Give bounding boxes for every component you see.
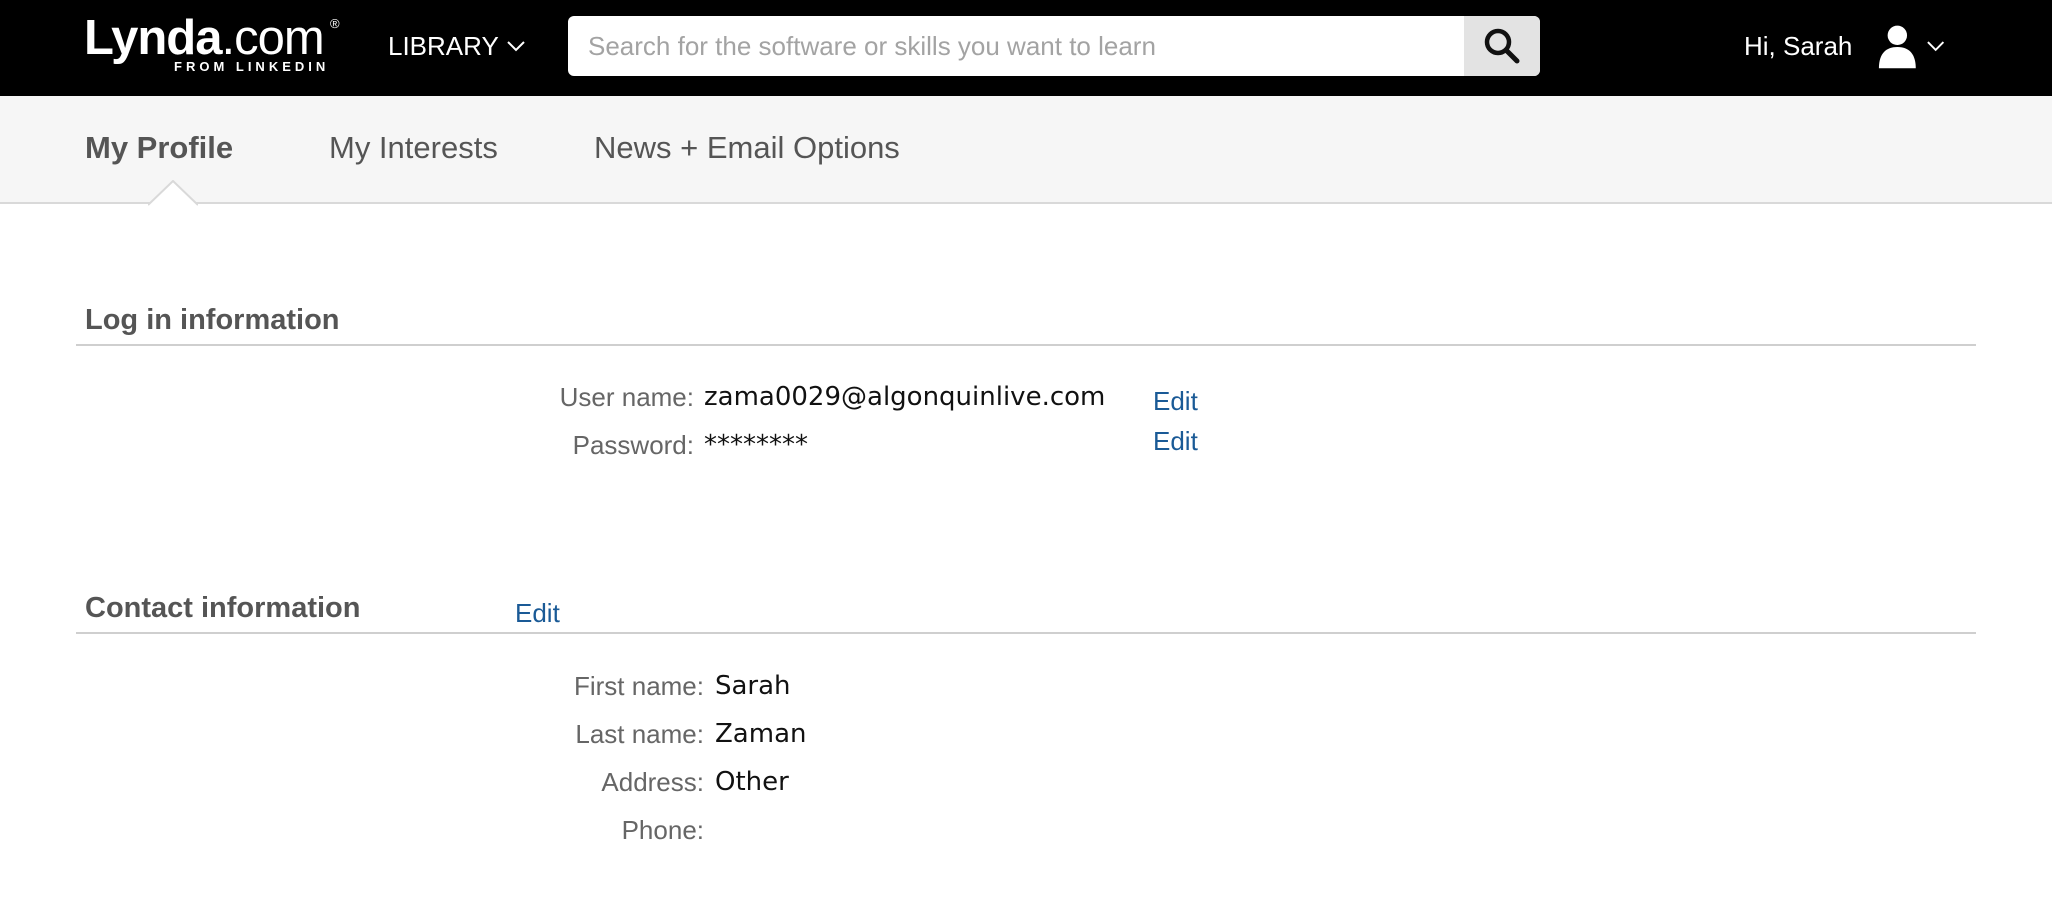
section-divider (76, 632, 1976, 634)
search-bar (568, 16, 1540, 76)
first-name-row: First name: (400, 671, 704, 707)
contact-section-title: Contact information (85, 592, 361, 624)
password-value: ******** (704, 430, 808, 460)
user-icon (1878, 25, 1916, 69)
phone-label: Phone: (621, 815, 704, 845)
chevron-down-icon (507, 41, 525, 52)
profile-tabs: My Profile My Interests News + Email Opt… (0, 96, 2052, 206)
phone-row: Phone: (400, 815, 704, 851)
login-section-title: Log in information (85, 304, 340, 336)
first-name-value: Sarah (715, 671, 791, 701)
last-name-value: Zaman (715, 719, 807, 749)
logo-wordmark: Lynda.com (84, 11, 325, 65)
search-button[interactable] (1464, 16, 1540, 76)
logo-text: Lynda (84, 11, 222, 65)
last-name-label: Last name: (575, 719, 704, 749)
library-label: LIBRARY (388, 31, 499, 61)
user-menu[interactable] (1876, 20, 1946, 72)
search-icon (1484, 28, 1520, 64)
library-menu[interactable]: LIBRARY (388, 26, 527, 66)
username-value: zama0029@algonquinlive.com (704, 382, 1106, 412)
tab-news-email-options[interactable]: News + Email Options (594, 130, 900, 166)
lynda-logo[interactable]: Lynda.com ® FROM LINKEDIN (84, 14, 344, 76)
top-nav-bar: Lynda.com ® FROM LINKEDIN LIBRARY Hi, Sa… (0, 0, 2052, 96)
address-value: Other (715, 767, 789, 797)
first-name-label: First name: (573, 671, 704, 701)
address-label: Address: (601, 767, 704, 797)
edit-username-link[interactable]: Edit (1153, 386, 1198, 417)
last-name-row: Last name: (400, 719, 704, 755)
username-label: User name: (559, 382, 694, 412)
address-row: Address: (400, 767, 704, 803)
registered-mark: ® (330, 16, 340, 31)
logo-suffix: .com (221, 11, 324, 65)
edit-contact-link[interactable]: Edit (515, 598, 560, 629)
active-tab-indicator (148, 180, 198, 206)
chevron-down-icon (1926, 41, 1944, 52)
edit-password-link[interactable]: Edit (1153, 426, 1198, 457)
username-row: User name: (400, 382, 694, 418)
tab-my-profile[interactable]: My Profile (85, 130, 233, 166)
search-input[interactable] (568, 16, 1463, 76)
password-label: Password: (572, 430, 694, 460)
section-divider (76, 344, 1976, 346)
user-greeting: Hi, Sarah (1744, 31, 1853, 61)
password-row: Password: (400, 430, 694, 466)
tab-my-interests[interactable]: My Interests (329, 130, 498, 166)
logo-tagline: FROM LINKEDIN (174, 59, 330, 74)
